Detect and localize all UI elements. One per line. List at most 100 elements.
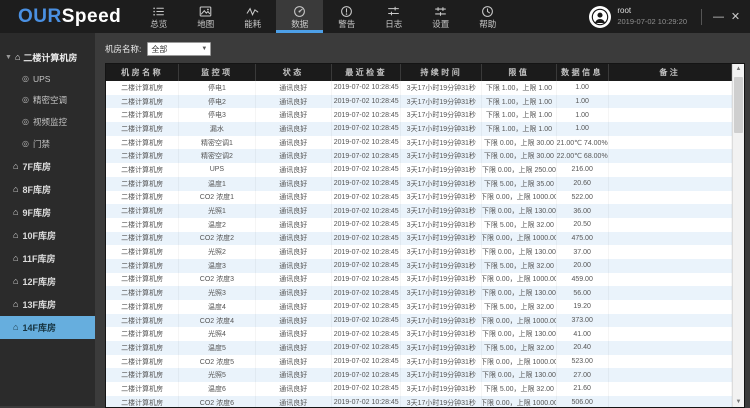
nav-item-label: 帮助 — [479, 20, 496, 29]
table-cell: 光照2 — [179, 245, 255, 259]
table-cell: 通讯良好 — [256, 327, 332, 341]
table-cell: 3天17小时19分钟31秒 — [401, 163, 482, 177]
table-cell: 459.00 — [557, 273, 609, 287]
nav-item-energy[interactable]: 能耗 — [229, 0, 276, 33]
table-cell: 3天17小时19分钟31秒 — [401, 136, 482, 150]
table-cell: 温度5 — [179, 341, 255, 355]
table-cell — [609, 136, 732, 150]
column-header: 限值 — [482, 64, 556, 81]
table-row[interactable]: 二楼计算机房CO2 浓度5通讯良好2019-07-02 10:28:453天17… — [106, 355, 732, 369]
table-row[interactable]: 二楼计算机房温度1通讯良好2019-07-02 10:28:453天17小时19… — [106, 177, 732, 191]
sidebar-item-11f[interactable]: ⌂11F库房 — [0, 247, 95, 270]
top-right: root 2019-07-02 10:29:20 — ✕ — [589, 0, 750, 33]
nav-item-help[interactable]: 帮助 — [464, 0, 511, 33]
table-row[interactable]: 二楼计算机房光照3通讯良好2019-07-02 10:28:453天17小时19… — [106, 286, 732, 300]
expander-arrow-icon[interactable]: ▼ — [5, 54, 12, 61]
sidebar-item-12f[interactable]: ⌂12F库房 — [0, 270, 95, 293]
table-cell: 二楼计算机房 — [106, 149, 179, 163]
table-row[interactable]: 二楼计算机房漏水通讯良好2019-07-02 10:28:453天17小时19分… — [106, 122, 732, 136]
table-row[interactable]: 二楼计算机房精密空调1通讯良好2019-07-02 10:28:453天17小时… — [106, 136, 732, 150]
table-row[interactable]: 二楼计算机房停电2通讯良好2019-07-02 10:28:453天17小时19… — [106, 95, 732, 109]
table-row[interactable]: 二楼计算机房光照4通讯良好2019-07-02 10:28:453天17小时19… — [106, 327, 732, 341]
sidebar-item-video-monitor[interactable]: ◎视频监控 — [0, 111, 95, 133]
table-cell — [609, 177, 732, 191]
nav-item-logs[interactable]: 日志 — [370, 0, 417, 33]
table-cell: 3天17小时19分钟31秒 — [401, 232, 482, 246]
table-cell: 精密空调1 — [179, 136, 255, 150]
logo-part-speed: Speed — [62, 6, 122, 28]
table-row[interactable]: 二楼计算机房温度3通讯良好2019-07-02 10:28:453天17小时19… — [106, 259, 732, 273]
table-row[interactable]: 二楼计算机房温度5通讯良好2019-07-02 10:28:453天17小时19… — [106, 341, 732, 355]
table-cell — [609, 232, 732, 246]
table-cell: 二楼计算机房 — [106, 95, 179, 109]
table-cell: 3天17小时19分钟31秒 — [401, 218, 482, 232]
table-row[interactable]: 二楼计算机房CO2 浓度1通讯良好2019-07-02 10:28:453天17… — [106, 191, 732, 205]
vertical-scrollbar[interactable]: ▲ ▼ — [732, 64, 744, 407]
minimize-button[interactable]: — — [710, 0, 727, 33]
table-row[interactable]: 二楼计算机房CO2 浓度2通讯良好2019-07-02 10:28:453天17… — [106, 232, 732, 246]
table-row[interactable]: 二楼计算机房光照1通讯良好2019-07-02 10:28:453天17小时19… — [106, 204, 732, 218]
nav-item-alerts[interactable]: 警告 — [323, 0, 370, 33]
sidebar-item-computer-room[interactable]: ▼⌂二楼计算机房 — [0, 46, 95, 69]
table-row[interactable]: 二楼计算机房温度4通讯良好2019-07-02 10:28:453天17小时19… — [106, 300, 732, 314]
table-row[interactable]: 二楼计算机房CO2 浓度6通讯良好2019-07-02 10:28:453天17… — [106, 396, 732, 408]
table-cell: CO2 浓度6 — [179, 396, 255, 408]
table-row[interactable]: 二楼计算机房光照5通讯良好2019-07-02 10:28:453天17小时19… — [106, 368, 732, 382]
divider — [701, 9, 702, 25]
table-cell — [609, 314, 732, 328]
table-cell — [609, 286, 732, 300]
table-cell: 3天17小时19分钟31秒 — [401, 122, 482, 136]
table-row[interactable]: 二楼计算机房CO2 浓度3通讯良好2019-07-02 10:28:453天17… — [106, 273, 732, 287]
scroll-down-icon[interactable]: ▼ — [733, 399, 744, 405]
sidebar-item-ups[interactable]: ◎UPS — [0, 69, 95, 89]
sidebar-item-13f[interactable]: ⌂13F库房 — [0, 293, 95, 316]
table-cell: CO2 浓度5 — [179, 355, 255, 369]
avatar[interactable] — [589, 6, 611, 28]
table-cell: 2019-07-02 10:28:45 — [332, 327, 401, 341]
nav-item-map[interactable]: 地图 — [182, 0, 229, 33]
table-cell: 3天17小时19分钟31秒 — [401, 314, 482, 328]
sidebar-item-7f[interactable]: ⌂7F库房 — [0, 155, 95, 178]
sidebar-item-precision-ac[interactable]: ◎精密空调 — [0, 89, 95, 111]
table-cell: 通讯良好 — [256, 355, 332, 369]
table-row[interactable]: 二楼计算机房停电3通讯良好2019-07-02 10:28:453天17小时19… — [106, 108, 732, 122]
table-cell: 216.00 — [557, 163, 609, 177]
table-cell: 通讯良好 — [256, 218, 332, 232]
sidebar-item-label: 精密空调 — [33, 94, 67, 106]
table-cell: 通讯良好 — [256, 108, 332, 122]
table-cell: 2019-07-02 10:28:45 — [332, 273, 401, 287]
table-cell: 3天17小时19分钟31秒 — [401, 108, 482, 122]
table-row[interactable]: 二楼计算机房UPS通讯良好2019-07-02 10:28:453天17小时19… — [106, 163, 732, 177]
table-cell: 二楼计算机房 — [106, 286, 179, 300]
sidebar-item-label: 13F库房 — [22, 298, 56, 311]
sidebar-item-10f[interactable]: ⌂10F库房 — [0, 224, 95, 247]
table-cell: 56.00 — [557, 286, 609, 300]
scrollbar-thumb[interactable] — [734, 77, 743, 133]
home-icon: ⌂ — [13, 231, 18, 240]
table-cell: 漏水 — [179, 122, 255, 136]
table-row[interactable]: 二楼计算机房温度2通讯良好2019-07-02 10:28:453天17小时19… — [106, 218, 732, 232]
table-row[interactable]: 二楼计算机房光照2通讯良好2019-07-02 10:28:453天17小时19… — [106, 245, 732, 259]
column-header: 最近检查 — [332, 64, 401, 81]
nav-item-data[interactable]: 数据 — [276, 0, 323, 33]
nav-item-settings[interactable]: 设置 — [417, 0, 464, 33]
table-cell: 2019-07-02 10:28:45 — [332, 300, 401, 314]
table-cell: 3天17小时19分钟31秒 — [401, 259, 482, 273]
sidebar-item-8f[interactable]: ⌂8F库房 — [0, 178, 95, 201]
table-row[interactable]: 二楼计算机房精密空调2通讯良好2019-07-02 10:28:453天17小时… — [106, 149, 732, 163]
table-row[interactable]: 二楼计算机房停电1通讯良好2019-07-02 10:28:453天17小时19… — [106, 81, 732, 95]
close-button[interactable]: ✕ — [727, 0, 744, 33]
table-cell: 通讯良好 — [256, 81, 332, 95]
table-row[interactable]: 二楼计算机房CO2 浓度4通讯良好2019-07-02 10:28:453天17… — [106, 314, 732, 328]
table-cell: UPS — [179, 163, 255, 177]
sidebar-item-14f[interactable]: ⌂14F库房 — [0, 316, 95, 339]
table-row[interactable]: 二楼计算机房温度6通讯良好2019-07-02 10:28:453天17小时19… — [106, 382, 732, 396]
sidebar-item-9f[interactable]: ⌂9F库房 — [0, 201, 95, 224]
table-cell: 光照1 — [179, 204, 255, 218]
table-cell: 2019-07-02 10:28:45 — [332, 122, 401, 136]
room-filter-select[interactable]: 全部 ▼ — [147, 42, 211, 56]
scroll-up-icon[interactable]: ▲ — [733, 66, 744, 72]
table-cell: 通讯良好 — [256, 273, 332, 287]
nav-item-overview[interactable]: 总览 — [135, 0, 182, 33]
sidebar-item-door-access[interactable]: ◎门禁 — [0, 133, 95, 155]
